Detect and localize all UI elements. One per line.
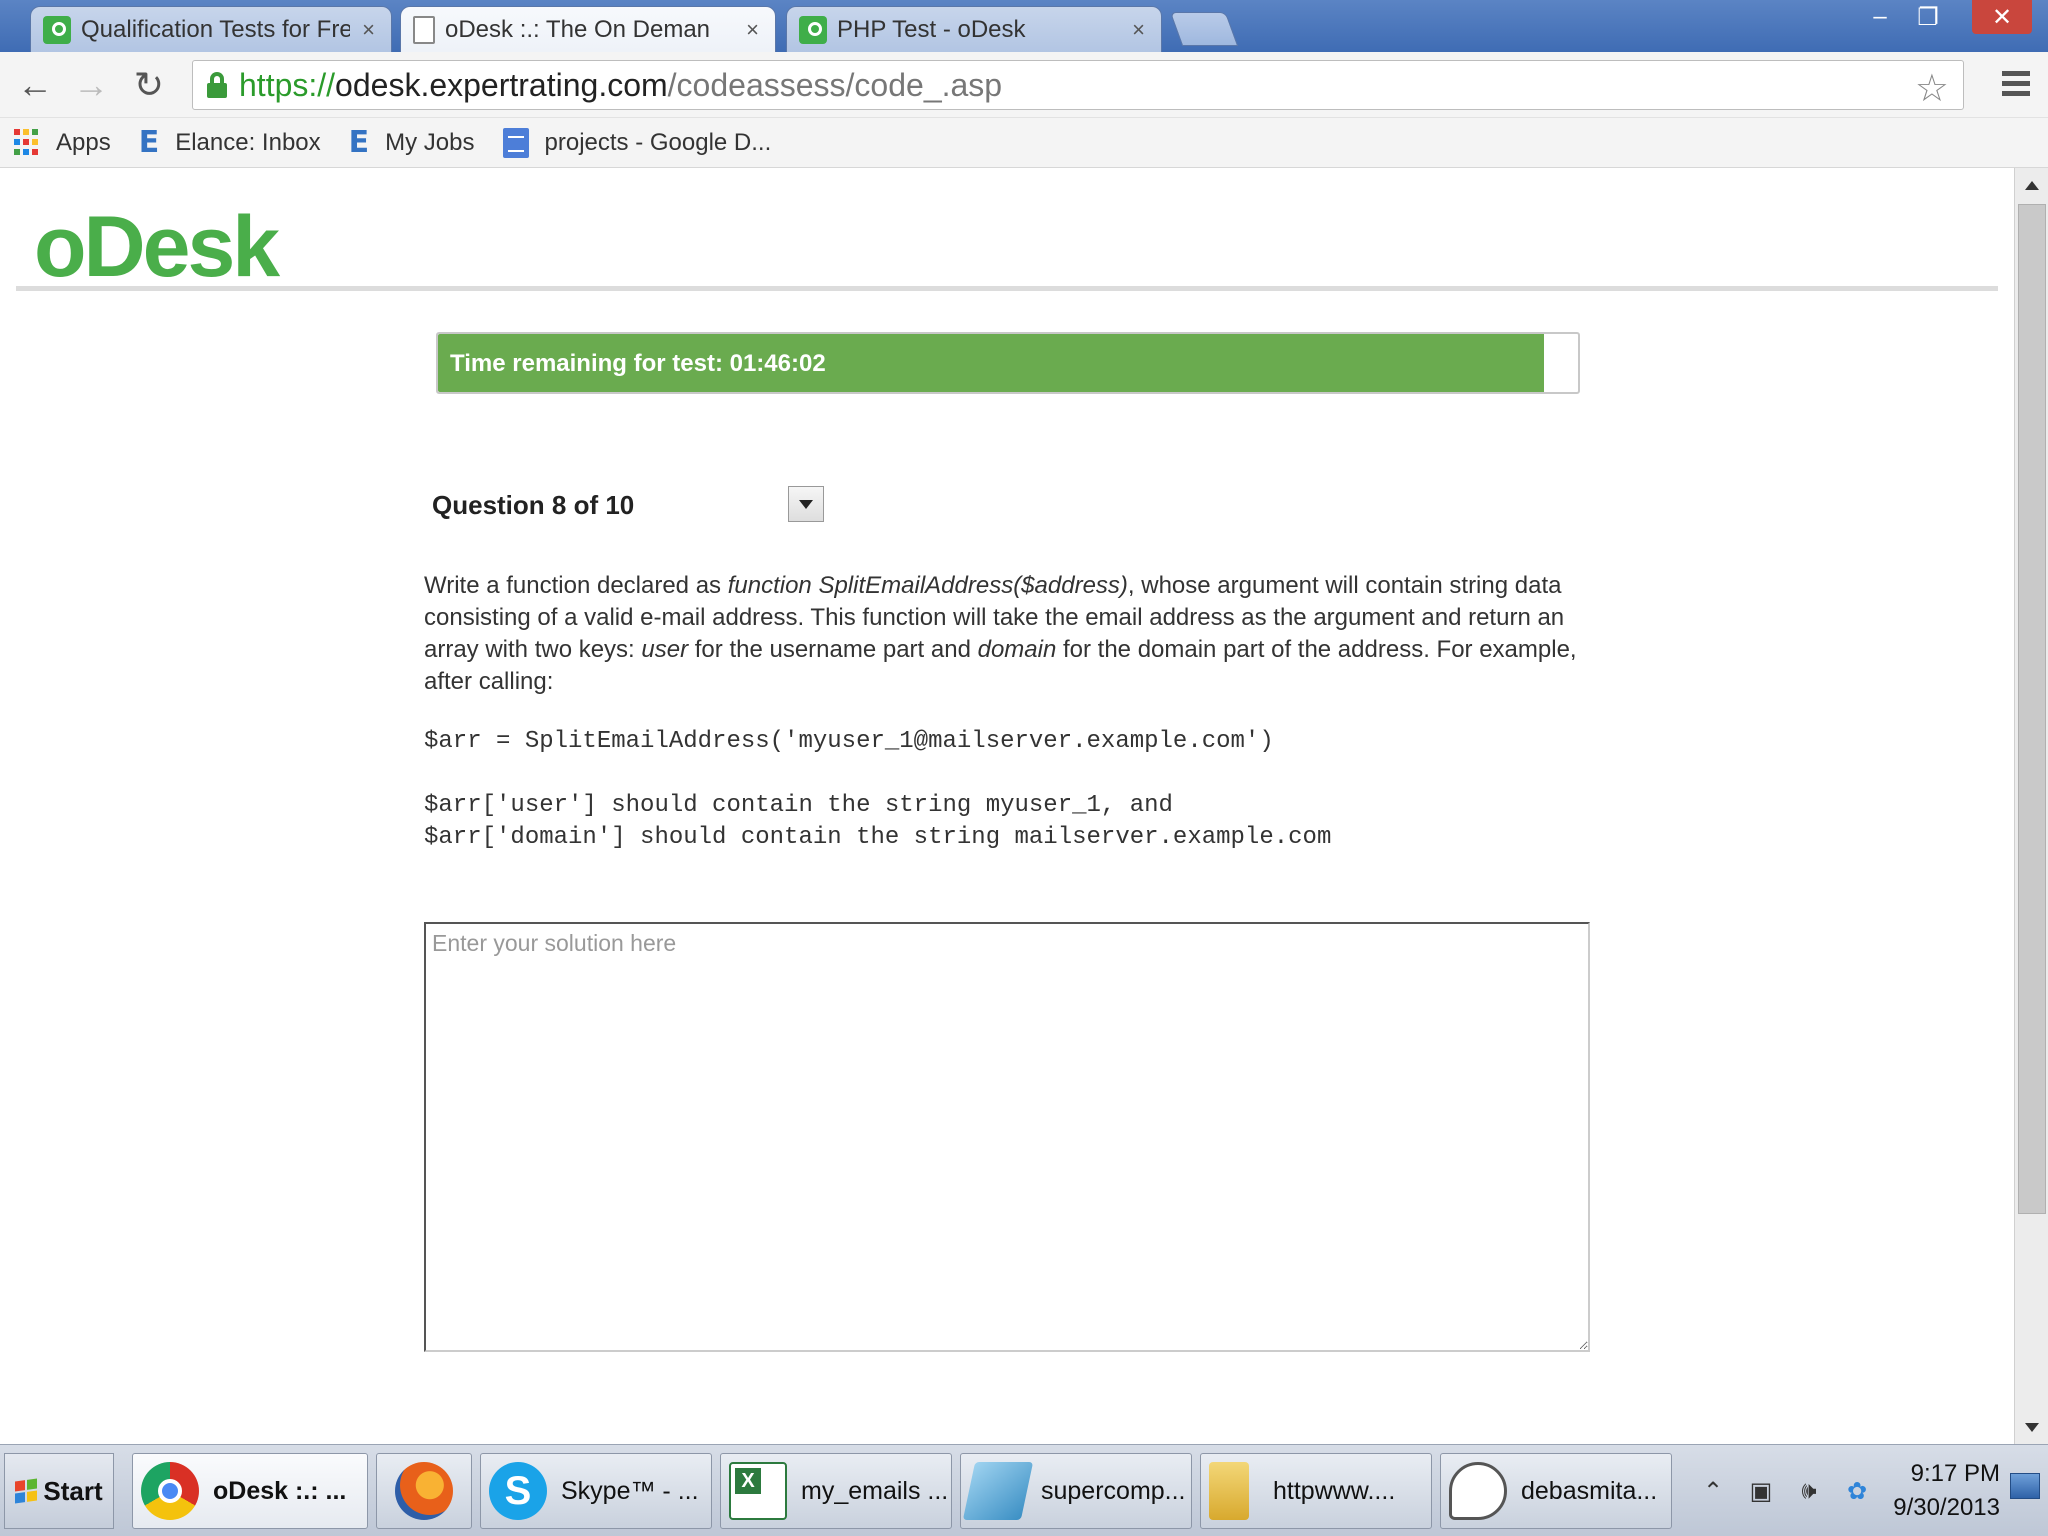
function-signature: function SplitEmailAddress($address) [727,572,1128,599]
back-button[interactable]: ← [12,62,58,108]
address-bar[interactable]: https://odesk.expertrating.com/codeasses… [192,60,1964,110]
url-text: https://odesk.expertrating.com/codeasses… [239,66,1003,103]
tab-php-test[interactable]: PHP Test - oDesk × [786,6,1162,52]
odesk-favicon-icon [43,15,71,44]
system-clock[interactable]: 9:17 PM 9/30/2013 [1860,1457,2000,1525]
tab-close-icon[interactable]: × [362,17,375,43]
lock-icon [207,72,227,98]
elance-icon: E [138,125,160,160]
question-select-dropdown[interactable] [788,486,824,522]
clock-date: 9/30/2013 [1893,1494,2000,1521]
vertical-scrollbar[interactable] [2014,168,2048,1444]
bookmark-label: projects - Google D... [544,128,772,156]
scrollbar-thumb[interactable] [2018,204,2046,1214]
taskbar-button-excel[interactable]: my_emails ... [720,1453,952,1529]
browser-tab-bar: Qualification Tests for Fre × oDesk :.: … [0,0,2048,52]
chrome-menu-button[interactable] [1998,66,2034,104]
bookmark-elance-inbox[interactable]: E Elance: Inbox [139,125,321,160]
elance-icon: E [348,125,370,160]
taskbar-button-chat[interactable]: debasmita... [1440,1453,1672,1529]
tab-close-icon[interactable]: × [1132,17,1145,43]
skype-icon: S [489,1462,547,1520]
header-divider [16,286,1998,291]
notepad-icon [962,1462,1034,1520]
taskbar-button-folder[interactable]: httpwww.... [1200,1453,1432,1529]
bookmark-projects-google-docs[interactable]: projects - Google D... [502,127,772,158]
taskbar-button-firefox[interactable] [376,1453,472,1529]
bookmark-apps[interactable]: Apps [14,128,111,157]
show-hidden-icons-icon[interactable]: ⌃ [1698,1476,1728,1506]
chrome-icon [141,1462,199,1520]
apps-grid-icon [14,128,42,157]
windows-logo-icon [15,1478,38,1504]
firefox-icon [395,1462,453,1520]
chat-icon [1449,1462,1507,1520]
folder-icon [1209,1462,1249,1520]
network-icon[interactable]: ▣ [1746,1476,1776,1506]
tab-title: Qualification Tests for Fre [81,15,351,43]
bookmarks-bar: Apps E Elance: Inbox E My Jobs projects … [0,118,2048,168]
new-tab-button[interactable] [1169,12,1239,46]
taskbar-button-notepad[interactable]: supercomp... [960,1453,1192,1529]
reload-button[interactable]: ↻ [126,62,172,108]
excel-icon [729,1462,787,1520]
tab-odesk-on-demand[interactable]: oDesk :.: The On Deman × [400,6,776,52]
taskbar-button-skype[interactable]: S Skype™ - ... [480,1453,712,1529]
taskbar-button-chrome[interactable]: oDesk :.: ... [132,1453,368,1529]
bookmark-my-jobs[interactable]: E My Jobs [349,125,475,160]
bookmark-label: Elance: Inbox [175,128,321,156]
bookmark-label: Apps [56,128,111,156]
bookmark-star-icon[interactable]: ☆ [1915,66,1949,111]
odesk-favicon-icon [799,15,827,44]
google-docs-icon [502,127,529,158]
solution-input[interactable] [424,922,1590,1352]
tab-title: PHP Test - oDesk [837,15,1026,43]
question-prompt: Write a function declared as function Sp… [424,572,1577,695]
time-remaining-bar: Time remaining for test: 01:46:02 [436,332,1580,394]
odesk-logo: oDesk [34,199,280,295]
show-desktop-button[interactable] [2010,1473,2040,1499]
restore-button[interactable]: ❐ [1904,0,1952,34]
forward-button[interactable]: → [68,62,114,108]
browser-toolbar: ← → ↻ https://odesk.expertrating.com/cod… [0,52,2048,118]
volume-icon[interactable]: 🕪 [1794,1476,1824,1506]
tab-qualification-tests[interactable]: Qualification Tests for Fre × [30,6,392,52]
question-header: Question 8 of 10 [432,490,635,520]
page-content: oDesk Time remaining for test: 01:46:02 … [0,168,2014,1444]
tab-close-icon[interactable]: × [746,17,759,43]
document-favicon-icon [413,15,435,44]
tab-title: oDesk :.: The On Deman [445,15,711,43]
minimize-button[interactable]: ‒ [1856,0,1904,34]
start-button[interactable]: Start [4,1453,114,1529]
clock-time: 9:17 PM [1910,1460,2000,1487]
close-window-button[interactable]: ✕ [1972,0,2032,34]
bookmark-label: My Jobs [385,128,475,156]
code-example: $arr = SplitEmailAddress('myuser_1@mails… [424,728,1274,755]
time-remaining-label: Time remaining for test: 01:46:02 [450,350,826,377]
windows-taskbar: Start oDesk :.: ... S Skype™ - ... my_em… [0,1444,2048,1536]
code-expected-result: $arr['user'] should contain the string m… [424,792,1332,851]
scroll-down-arrow-icon[interactable] [2015,1412,2048,1442]
scroll-up-arrow-icon[interactable] [2015,170,2048,200]
